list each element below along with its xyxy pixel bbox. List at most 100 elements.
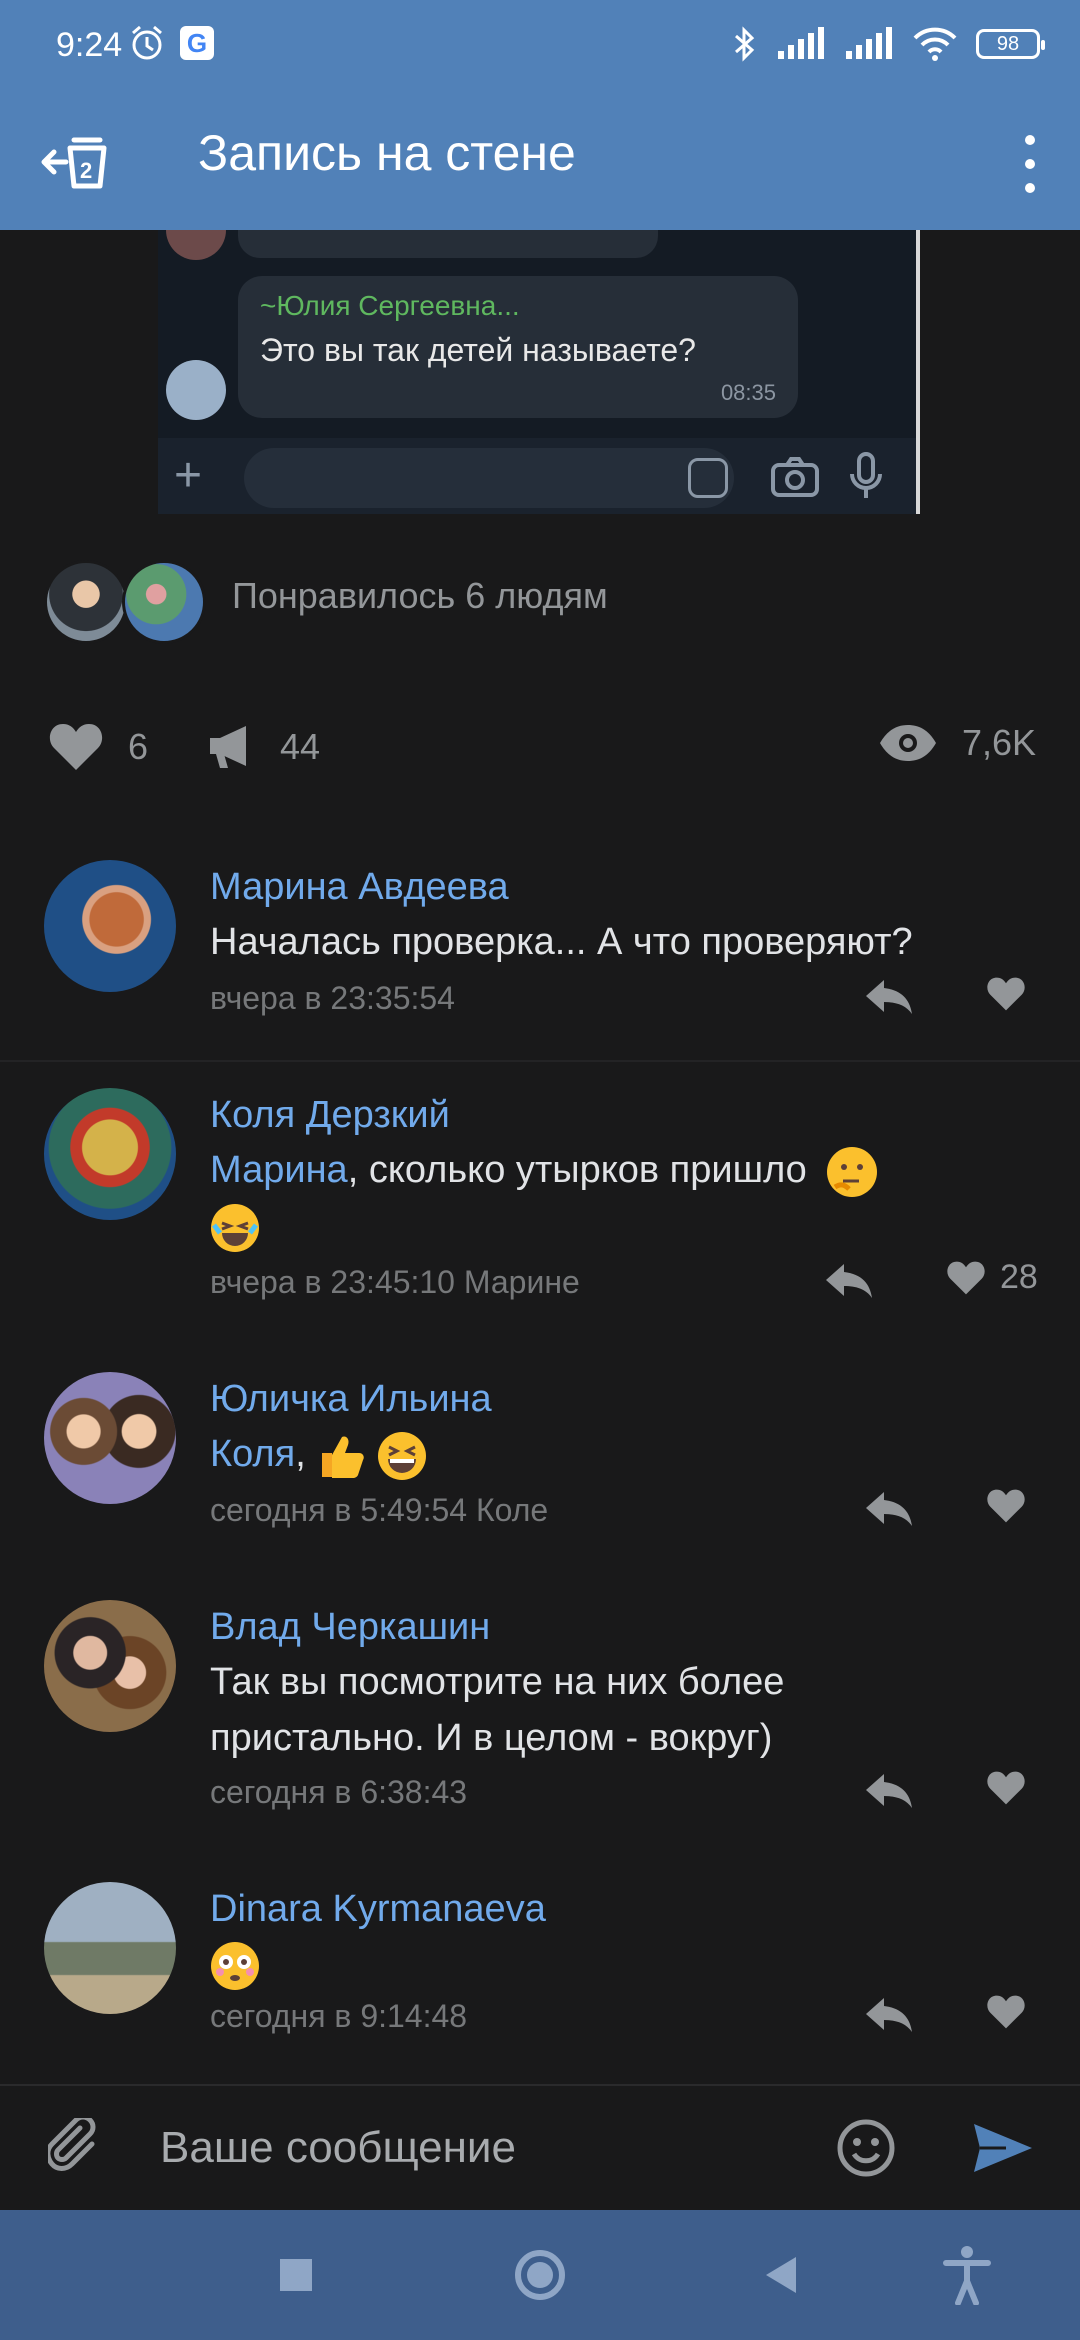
status-bar: 9:24 G 98 [0,0,1080,96]
comment-meta: вчера в 23:45:10 Марине [210,1264,580,1300]
laughing-emoji [210,1203,260,1253]
views-counter: 7,6K [878,722,1036,764]
reply-button[interactable] [864,978,920,1024]
grinning-squint-emoji [377,1431,427,1481]
comment-text: Началась проверка... А что проверяют? [210,921,913,963]
camera-icon [770,456,820,498]
mention-link[interactable]: Коля [210,1433,295,1475]
chat-avatar [166,360,226,420]
signal-icon-2 [844,27,894,61]
back-button[interactable]: 2 [36,120,120,204]
reply-button[interactable] [864,1996,920,2042]
post-image[interactable]: ~Юлия Сергеевна... Это вы так детей назы… [158,230,920,514]
reply-button[interactable] [864,1490,920,1536]
chat-bubble: ~Юлия Сергеевна... Это вы так детей назы… [238,276,798,418]
chat-time: 08:35 [720,380,776,405]
recents-button[interactable] [278,2245,314,2305]
home-button[interactable] [512,2245,568,2305]
comment-author[interactable]: Коля Дерзкий [210,1094,450,1137]
google-icon: G [180,26,214,60]
reply-icon [826,1264,872,1298]
circle-icon [515,2250,565,2300]
page-title: Запись на стене [198,125,576,181]
wifi-icon [912,26,958,62]
paperclip-icon [48,2118,96,2171]
avatar[interactable] [44,1600,176,1732]
avatar [44,560,128,644]
flushed-emoji [210,1941,260,1991]
comment-author[interactable]: Dinara Kyrmanaeva [210,1888,546,1931]
more-options-button[interactable] [1000,126,1060,202]
comment-like-button[interactable] [986,1488,1026,1524]
comment-meta: вчера в 23:35:54 [210,980,455,1016]
comment: Марина Авдеева Началась проверка... А чт… [0,860,1080,1060]
comment-text: Марина, сколько утырков пришло [210,1142,1020,1254]
microphone-icon [848,452,884,500]
message-input[interactable] [158,2112,802,2184]
chat-input [244,448,734,508]
system-navigation-bar [0,2210,1080,2340]
heart-icon [947,1261,985,1294]
avatar [122,560,206,644]
comment: Коля Дерзкий Марина, сколько утырков при… [0,1088,1080,1328]
thumbs-up-emoji [316,1431,366,1481]
smile-icon [837,2119,895,2177]
mention-link[interactable]: Марина [210,1149,348,1191]
send-icon [974,2124,1032,2172]
alarm-icon [128,24,166,62]
reply-button[interactable] [824,1262,880,1308]
reply-button[interactable] [864,1772,920,1818]
sticker-icon [688,458,728,498]
comment-meta: сегодня в 9:14:48 [210,1998,468,2034]
comment-meta: сегодня в 6:38:43 [210,1774,468,1810]
avatar[interactable] [44,860,176,992]
signal-icon [776,27,826,61]
avatar[interactable] [44,1372,176,1504]
post-stats: 6 44 7,6K [0,710,1080,790]
send-button[interactable] [972,2122,1034,2174]
reply-icon [866,1492,912,1526]
chat-sender: ~Юлия Сергеевна... [260,290,520,321]
plus-icon: + [174,449,203,502]
eye-icon [879,725,936,761]
heart-icon [987,1771,1025,1805]
comment-like-button[interactable] [986,1994,1026,2030]
comment-text: Коля, [210,1426,1020,1482]
chat-message: Это вы так детей называете? [260,332,696,368]
comment: Влад Черкашин Так вы посмотрите на них б… [0,1600,1080,1840]
heart-icon [987,1489,1025,1523]
comment-likes-count: 28 [1000,1258,1038,1296]
heart-icon [49,724,103,770]
accessibility-icon [943,2246,991,2305]
like-button[interactable]: 6 [48,722,148,772]
comment: Dinara Kyrmanaeva сегодня в 9:14:48 [0,1882,1080,2082]
likers-avatars[interactable] [44,560,206,644]
comment-like-button[interactable]: 28 [946,1258,1038,1297]
megaphone-icon [210,726,246,768]
triangle-back-icon [766,2257,796,2293]
attach-button[interactable] [48,2118,104,2178]
heart-icon [987,1995,1025,2029]
comment-like-button[interactable] [986,976,1026,1012]
emoji-button[interactable] [836,2118,896,2178]
chat-input-row: + [158,438,920,514]
chat-avatar [166,230,226,260]
svg-text:2: 2 [80,158,92,183]
accessibility-button[interactable] [942,2245,992,2305]
share-button[interactable]: 44 [206,722,320,772]
chat-bubble-previous [238,230,658,258]
shares-count: 44 [280,726,321,767]
liked-by-text[interactable]: Понравилось 6 людям [232,575,608,617]
avatar[interactable] [44,1882,176,2014]
avatar[interactable] [44,1088,176,1220]
comment-author[interactable]: Марина Авдеева [210,866,509,909]
more-vertical-icon [1025,135,1035,193]
comment-like-button[interactable] [986,1770,1026,1806]
back-stack-icon: 2 [41,137,107,189]
comment-author[interactable]: Юличка Ильина [210,1378,492,1421]
battery-indicator: 98 [976,29,1045,59]
reply-icon [866,1998,912,2032]
back-nav-button[interactable] [762,2245,802,2305]
comment: Юличка Ильина Коля, сегодня в 5:49:54 Ко… [0,1372,1080,1572]
comment-author[interactable]: Влад Черкашин [210,1606,490,1649]
